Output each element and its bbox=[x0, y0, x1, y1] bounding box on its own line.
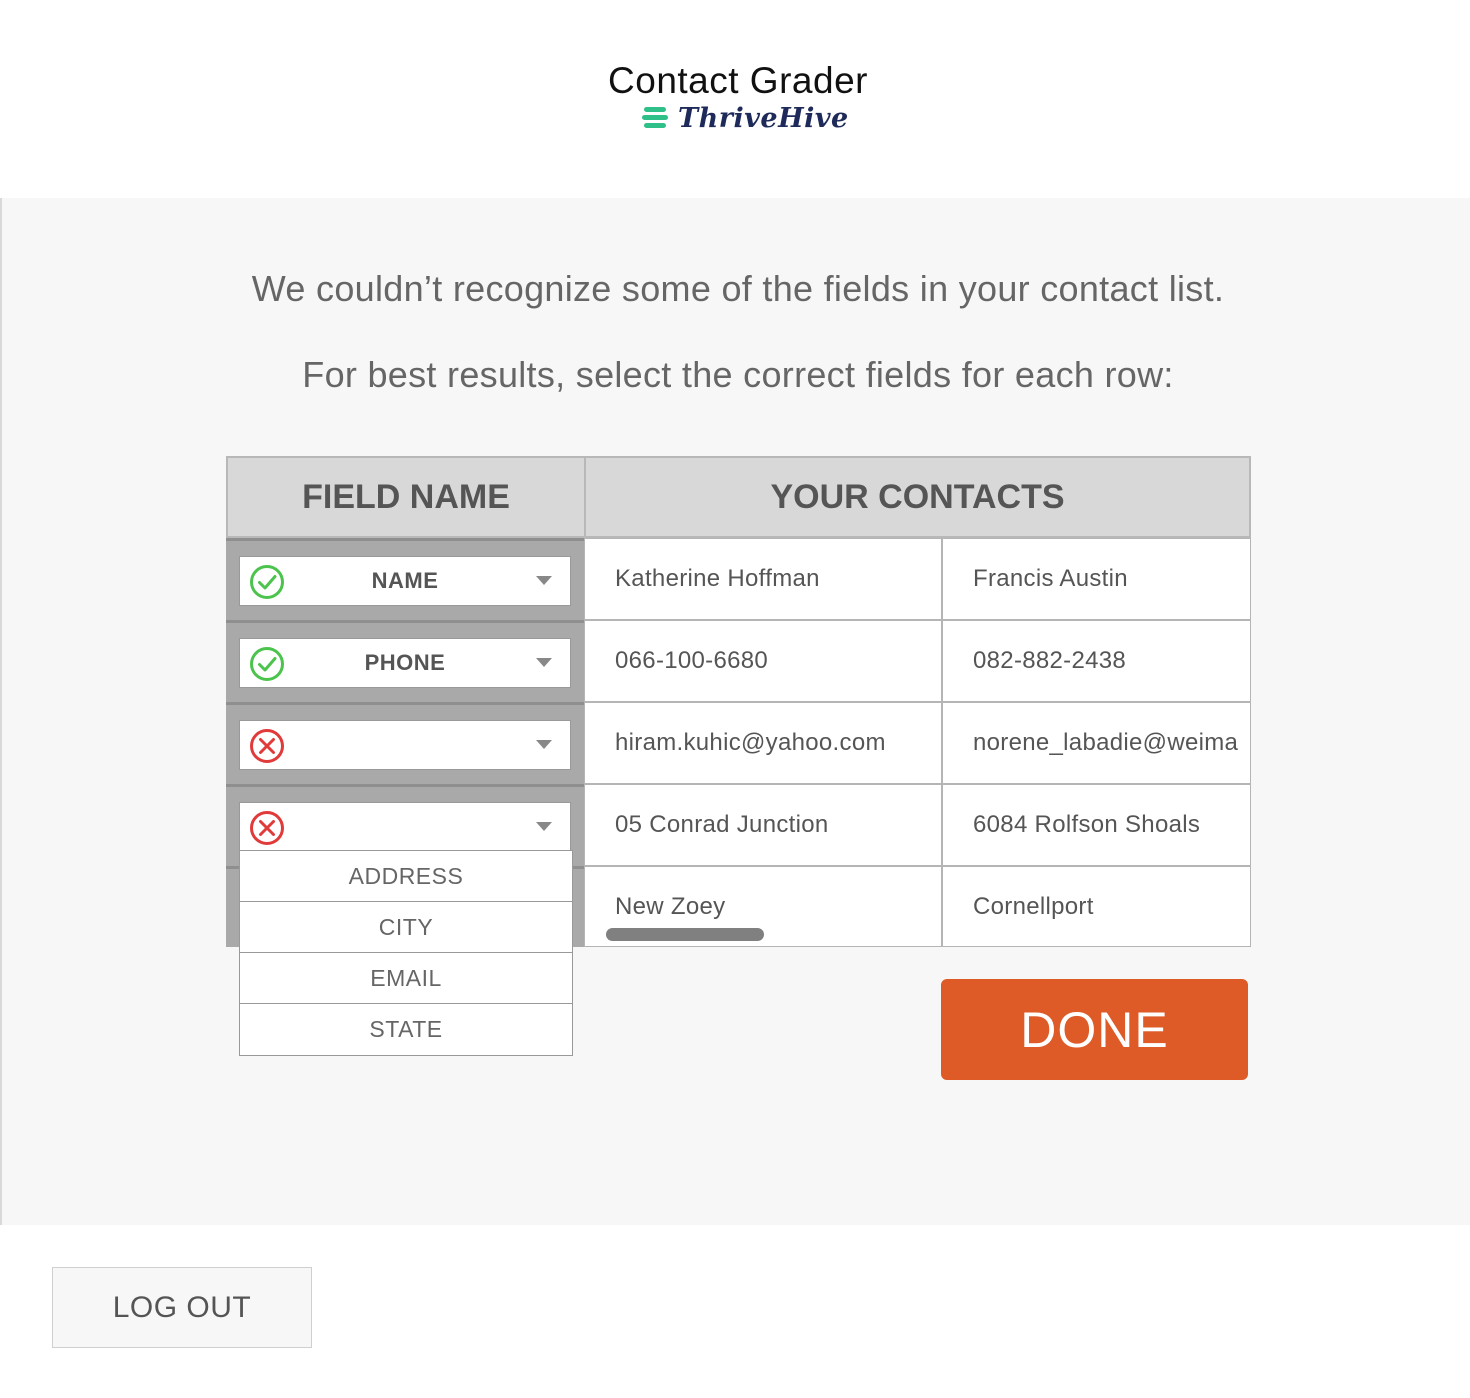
contact-cell: Katherine Hoffman bbox=[584, 538, 942, 620]
horizontal-scrollbar-thumb[interactable] bbox=[606, 928, 764, 941]
app-title: Contact Grader bbox=[608, 60, 868, 101]
chevron-down-icon bbox=[536, 822, 552, 831]
contact-cell: Cornellport bbox=[942, 866, 1251, 947]
field-select-label: NAME bbox=[371, 568, 439, 593]
contact-cell: 6084 Rolfson Shoals bbox=[942, 784, 1251, 866]
field-select-label bbox=[286, 721, 524, 769]
thrivehive-logo-icon bbox=[642, 107, 668, 129]
page-header: Contact Grader ThriveHive bbox=[0, 0, 1470, 198]
logout-button[interactable]: LOG OUT bbox=[52, 1267, 312, 1348]
field-name-header: FIELD NAME bbox=[226, 456, 586, 538]
instructions-message: For best results, select the correct fie… bbox=[302, 354, 1174, 395]
unrecognized-fields-message: We couldn’t recognize some of the fields… bbox=[251, 268, 1225, 309]
field-options-dropdown: ADDRESS CITY EMAIL STATE bbox=[239, 850, 573, 1056]
field-select-label bbox=[286, 803, 524, 851]
dropdown-option-state[interactable]: STATE bbox=[240, 1004, 572, 1055]
done-button[interactable]: DONE bbox=[941, 979, 1248, 1080]
field-row: PHONE bbox=[226, 620, 584, 702]
contact-cell: 082-882-2438 bbox=[942, 620, 1251, 702]
dropdown-option-email[interactable]: EMAIL bbox=[240, 953, 572, 1004]
contact-cell: 066-100-6680 bbox=[584, 620, 942, 702]
brand-name: ThriveHive bbox=[678, 102, 849, 134]
error-circle-icon bbox=[250, 811, 284, 845]
contact-cell: hiram.kuhic@yahoo.com bbox=[584, 702, 942, 784]
field-select-label: PHONE bbox=[364, 650, 446, 675]
contact-cell: 05 Conrad Junction bbox=[584, 784, 942, 866]
error-circle-icon bbox=[250, 729, 284, 763]
dropdown-option-city[interactable]: CITY bbox=[240, 902, 572, 953]
field-select-open[interactable] bbox=[239, 802, 571, 852]
chevron-down-icon bbox=[536, 658, 552, 667]
field-select-phone[interactable]: PHONE bbox=[239, 638, 571, 688]
field-row bbox=[226, 702, 584, 784]
brand-logo: ThriveHive bbox=[642, 101, 849, 135]
contact-cell: Francis Austin bbox=[942, 538, 1251, 620]
field-select-unrecognized[interactable] bbox=[239, 720, 571, 770]
field-row: NAME bbox=[226, 538, 584, 620]
field-select-name[interactable]: NAME bbox=[239, 556, 571, 606]
dropdown-option-address[interactable]: ADDRESS bbox=[240, 851, 572, 902]
chevron-down-icon bbox=[536, 576, 552, 585]
check-circle-icon bbox=[250, 565, 284, 599]
check-circle-icon bbox=[250, 647, 284, 681]
your-contacts-header: YOUR CONTACTS bbox=[584, 456, 1251, 538]
chevron-down-icon bbox=[536, 740, 552, 749]
contact-cell: norene_labadie@weima bbox=[942, 702, 1251, 784]
